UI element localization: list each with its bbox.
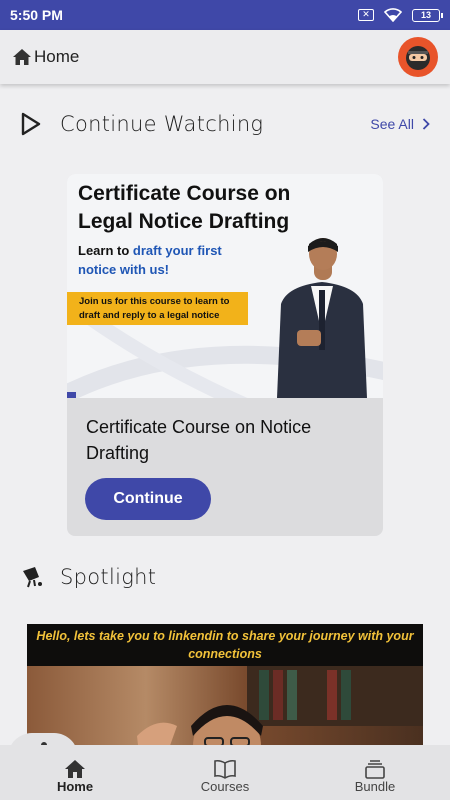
see-all-link[interactable]: See All [370, 116, 430, 132]
status-bar: 5:50 PM ✕ 13 [0, 0, 450, 30]
page-title: Home [34, 47, 80, 66]
nav-courses-label: Courses [200, 779, 250, 794]
nav-home[interactable]: Home [0, 745, 150, 800]
spotlight-banner[interactable]: Hello, lets take you to linkendin to sha… [27, 624, 423, 754]
nav-home-label: Home [56, 779, 94, 794]
presenter-image [277, 238, 367, 398]
nav-bundle[interactable]: Bundle [300, 745, 450, 800]
nav-courses[interactable]: Courses [150, 745, 300, 800]
home-icon [65, 760, 85, 778]
no-sim-icon: ✕ [358, 9, 374, 21]
section-title: Continue Watching [60, 112, 264, 136]
bundle-icon [365, 760, 385, 779]
spotlight-caption: Hello, lets take you to linkendin to sha… [36, 629, 414, 661]
status-icons: ✕ 13 [358, 8, 443, 22]
section-title: Spotlight [60, 565, 157, 589]
continue-button[interactable]: Continue [85, 478, 211, 520]
avatar[interactable] [398, 37, 438, 77]
home-icon [13, 49, 31, 65]
book-icon [214, 759, 236, 779]
wifi-icon [384, 8, 402, 22]
nav-bundle-label: Bundle [354, 779, 396, 794]
thumbnail-banner: Join us for this course to learn to draf… [67, 292, 248, 325]
play-icon [21, 112, 41, 136]
spotlight-person-image [137, 666, 423, 754]
watch-progress-bar [67, 392, 77, 398]
spotlight-icon [23, 567, 42, 588]
course-card[interactable]: Certificate Course on Legal Notice Draft… [67, 174, 383, 536]
see-all-label: See All [370, 116, 414, 132]
thumbnail-title: Certificate Course on Legal Notice Draft… [78, 182, 291, 233]
continue-watching-header: Continue Watching See All [20, 112, 430, 136]
battery-icon: 13 [412, 8, 443, 22]
thumbnail-subtitle: Learn to draft your first notice with us… [78, 243, 222, 277]
course-title: Certificate Course on Notice Drafting [86, 417, 312, 463]
course-thumbnail[interactable]: Certificate Course on Legal Notice Draft… [67, 174, 383, 398]
spotlight-header: Spotlight [20, 565, 430, 589]
chevron-right-icon [422, 118, 430, 130]
ninja-avatar-icon [406, 46, 430, 70]
bottom-nav: Home Courses Bundle [0, 745, 450, 800]
spotlight-photo [27, 666, 423, 754]
status-time: 5:50 PM [10, 7, 63, 23]
app-bar: Home [0, 30, 450, 84]
